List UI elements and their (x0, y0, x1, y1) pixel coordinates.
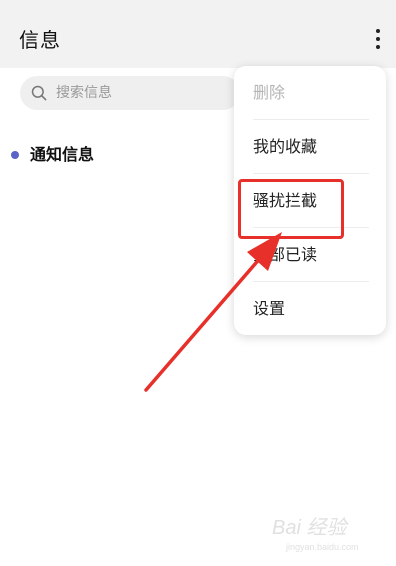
search-input[interactable]: 搜索信息 (20, 76, 240, 110)
status-bar-left-icons (28, 0, 98, 4)
menu-item-settings[interactable]: 设置 (234, 282, 386, 336)
menu-item-label: 全部已读 (253, 245, 318, 264)
unread-dot (11, 151, 19, 159)
more-vertical-icon[interactable] (368, 22, 388, 56)
messages-screen: 信息 搜索信息 通知信息 删除 我的收藏 骚扰拦截 全部已读 设置 Bai 经验… (0, 0, 396, 566)
watermark-text: Bai 经验 (272, 517, 349, 539)
menu-item-label: 设置 (253, 299, 286, 318)
menu-item-delete[interactable]: 删除 (234, 66, 386, 120)
list-item-notification-messages[interactable]: 通知信息 (0, 140, 230, 172)
search-icon (31, 85, 47, 101)
app-header: 信息 (0, 8, 396, 68)
menu-item-label: 删除 (253, 83, 286, 102)
baidu-watermark: Bai 经验 jingyan.baidu.com (268, 510, 388, 554)
status-bar (0, 0, 396, 8)
page-title: 信息 (19, 28, 61, 52)
status-bar-right-icons (316, 0, 376, 4)
list-item-label: 通知信息 (30, 145, 95, 164)
watermark-subtext: jingyan.baidu.com (285, 542, 359, 552)
annotation-highlight-box (238, 179, 344, 239)
menu-item-label: 我的收藏 (253, 137, 318, 156)
menu-item-favorites[interactable]: 我的收藏 (234, 120, 386, 174)
search-placeholder: 搜索信息 (56, 85, 112, 101)
